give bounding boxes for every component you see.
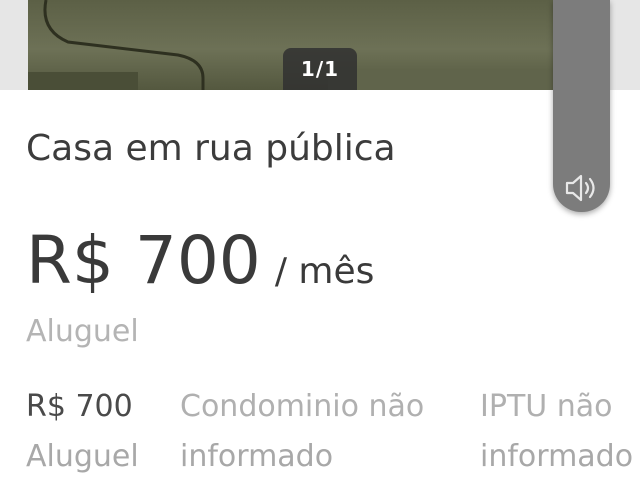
price-row: R$ 700 / mês	[26, 222, 374, 299]
detail-condominium: Condominio não informado	[180, 382, 424, 482]
gallery-edge-left	[0, 0, 28, 90]
detail-iptu-value: IPTU não	[480, 389, 613, 424]
detail-rent: R$ 700 Aluguel	[26, 382, 139, 482]
detail-condominium-label: informado	[180, 439, 334, 474]
price-period: / mês	[274, 251, 375, 292]
detail-iptu-label: informado	[480, 439, 634, 474]
detail-rent-label: Aluguel	[26, 439, 139, 474]
volume-icon[interactable]	[562, 170, 602, 206]
listing-price: R$ 700	[26, 222, 261, 299]
detail-condominium-value: Condominio não	[180, 389, 425, 424]
detail-rent-value: R$ 700	[26, 389, 133, 424]
price-type: Aluguel	[26, 314, 139, 349]
detail-iptu: IPTU não informado	[480, 382, 633, 482]
photo-counter: 1/1	[283, 48, 357, 90]
listing-title: Casa em rua pública	[26, 128, 396, 169]
